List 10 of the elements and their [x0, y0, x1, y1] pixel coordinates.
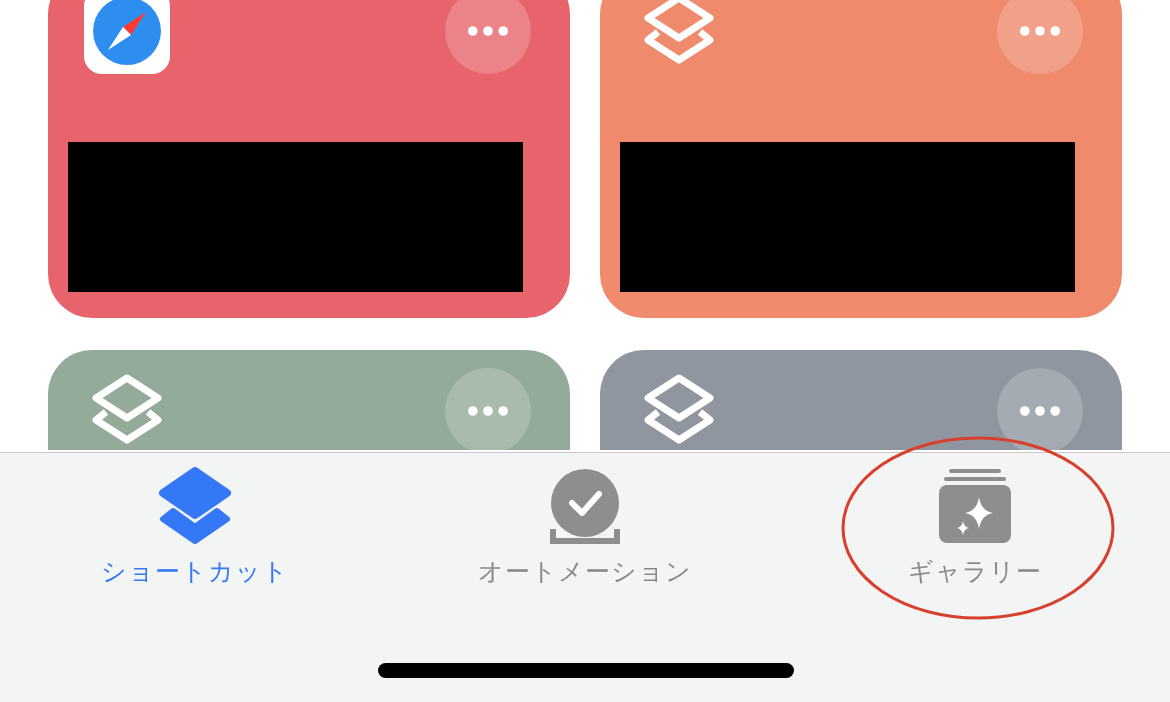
tab-button[interactable]: ギャラリー: [780, 467, 1170, 588]
compass-app-icon: [84, 0, 170, 74]
shortcut-card[interactable]: [48, 0, 570, 318]
ellipsis-icon: [468, 25, 508, 37]
ellipsis-icon: [468, 405, 508, 417]
tab-button[interactable]: オートメーション: [390, 467, 780, 588]
shortcut-card[interactable]: [600, 0, 1122, 318]
tab-button[interactable]: ショートカット: [0, 467, 390, 588]
ellipsis-icon: [1020, 405, 1060, 417]
ellipsis-icon: [1020, 25, 1060, 37]
